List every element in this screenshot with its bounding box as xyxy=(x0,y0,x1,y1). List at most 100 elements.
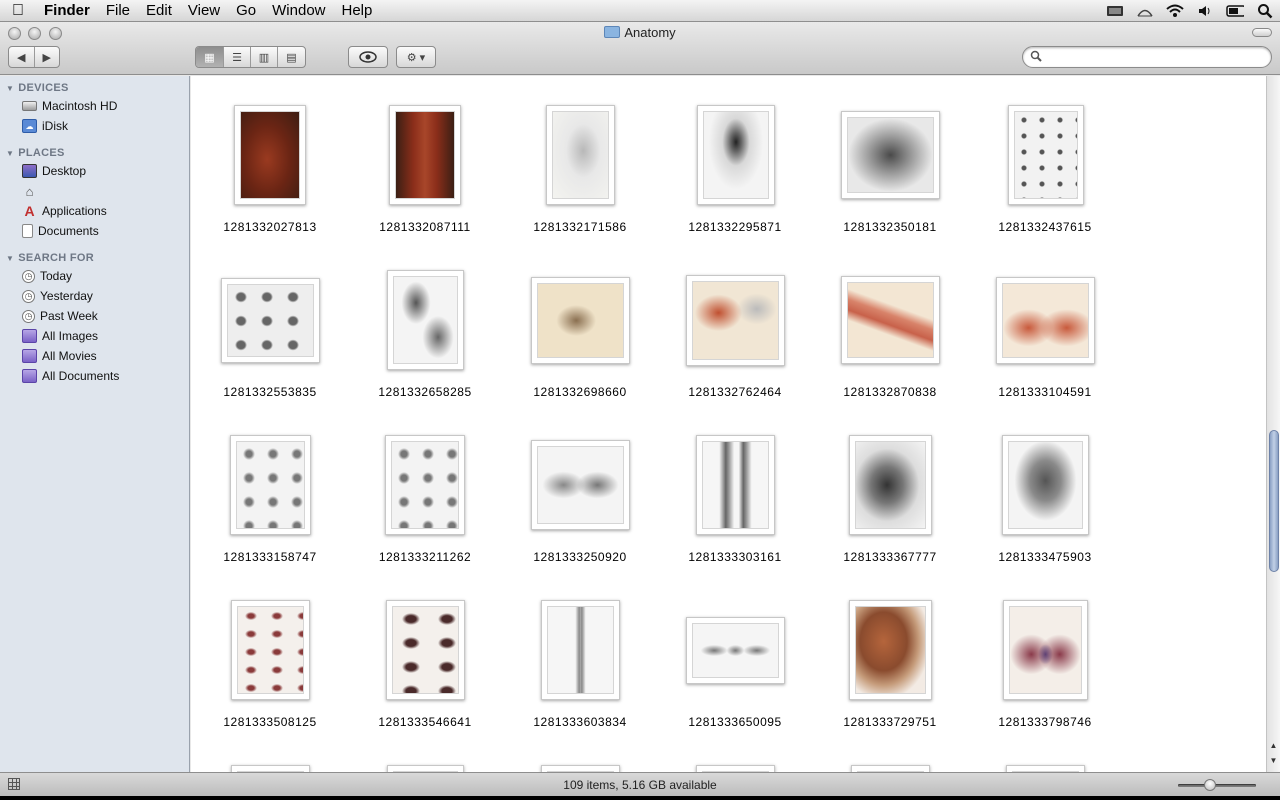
sidebar-item-idisk[interactable]: ☁ iDisk xyxy=(22,117,68,135)
file-thumbnail[interactable] xyxy=(697,105,775,205)
file-thumbnail[interactable] xyxy=(387,270,464,370)
file-name[interactable]: 1281333798746 xyxy=(970,715,1120,729)
apple-menu-icon[interactable]:  xyxy=(0,2,36,20)
file-thumbnail[interactable] xyxy=(546,105,615,205)
sidebar-section-search-for[interactable]: ▼ SEARCH FOR xyxy=(6,252,94,264)
time-machine-icon[interactable] xyxy=(1136,4,1154,18)
file-thumbnail[interactable] xyxy=(849,435,932,535)
file-thumbnail[interactable] xyxy=(389,105,461,205)
file-thumbnail[interactable] xyxy=(531,440,630,530)
wifi-icon[interactable] xyxy=(1166,4,1184,18)
coverflow-view-button[interactable]: ▤ xyxy=(278,47,305,67)
sidebar-item-today[interactable]: ◷ Today xyxy=(22,267,72,285)
sidebar-item-macintosh-hd[interactable]: Macintosh HD xyxy=(22,97,117,115)
icon-size-slider[interactable] xyxy=(1178,784,1256,787)
file-thumbnail[interactable] xyxy=(1008,105,1084,205)
file-name[interactable]: 1281333650095 xyxy=(660,715,810,729)
file-name[interactable]: 1281333367777 xyxy=(815,550,965,564)
file-name[interactable]: 1281332762464 xyxy=(660,385,810,399)
menu-finder[interactable]: Finder xyxy=(36,0,98,22)
icon-size-slider-knob[interactable] xyxy=(1204,779,1216,791)
file-name[interactable]: 1281333603834 xyxy=(505,715,655,729)
quick-look-button[interactable] xyxy=(348,46,388,68)
file-thumbnail[interactable] xyxy=(841,276,940,364)
file-name[interactable]: 1281333250920 xyxy=(505,550,655,564)
file-thumbnail[interactable] xyxy=(996,277,1095,364)
menu-window[interactable]: Window xyxy=(264,0,333,22)
sidebar-item-all-images[interactable]: All Images xyxy=(22,327,98,345)
file-name[interactable]: 1281332658285 xyxy=(350,385,500,399)
file-thumbnail[interactable] xyxy=(231,765,310,772)
file-name[interactable]: 1281332171586 xyxy=(505,220,655,234)
file-name[interactable]: 1281332295871 xyxy=(660,220,810,234)
menu-edit[interactable]: Edit xyxy=(138,0,180,22)
file-name[interactable]: 1281332553835 xyxy=(195,385,345,399)
file-name[interactable]: 1281332027813 xyxy=(195,220,345,234)
file-thumbnail[interactable] xyxy=(686,617,785,684)
back-button[interactable]: ◀ xyxy=(9,47,35,67)
file-thumbnail[interactable] xyxy=(234,105,306,205)
file-thumbnail[interactable] xyxy=(1003,600,1088,700)
sidebar-item-all-movies[interactable]: All Movies xyxy=(22,347,97,365)
file-thumbnail[interactable] xyxy=(231,600,310,700)
file-name[interactable]: 1281333546641 xyxy=(350,715,500,729)
file-thumbnail[interactable] xyxy=(387,765,464,772)
sidebar-item-all-documents[interactable]: All Documents xyxy=(22,367,119,385)
spotlight-icon[interactable] xyxy=(1256,4,1274,19)
file-thumbnail[interactable] xyxy=(386,600,465,700)
file-thumbnail[interactable] xyxy=(841,111,940,199)
icon-view-button[interactable]: ▦ xyxy=(196,47,224,67)
file-name[interactable]: 1281333211262 xyxy=(350,550,500,564)
file-name[interactable]: 1281333475903 xyxy=(970,550,1120,564)
sidebar-item-home[interactable]: ⌂ xyxy=(22,182,42,200)
sidebar-item-past-week[interactable]: ◷ Past Week xyxy=(22,307,98,325)
file-thumbnail[interactable] xyxy=(849,600,932,700)
scroll-up-arrow-icon[interactable]: ▲ xyxy=(1267,740,1280,752)
menu-go[interactable]: Go xyxy=(228,0,264,22)
file-thumbnail[interactable] xyxy=(851,765,930,772)
file-name[interactable]: 1281333729751 xyxy=(815,715,965,729)
file-thumbnail[interactable] xyxy=(696,765,775,772)
file-name[interactable]: 1281332437615 xyxy=(970,220,1120,234)
scroll-down-arrow-icon[interactable]: ▼ xyxy=(1267,755,1280,767)
forward-button[interactable]: ▶ xyxy=(35,47,60,67)
file-thumbnail[interactable] xyxy=(531,277,630,364)
file-thumbnail[interactable] xyxy=(1006,765,1085,772)
menu-file[interactable]: File xyxy=(98,0,138,22)
sidebar-item-yesterday[interactable]: ◷ Yesterday xyxy=(22,287,93,305)
volume-icon[interactable] xyxy=(1196,4,1214,18)
sidebar-item-desktop[interactable]: Desktop xyxy=(22,162,86,180)
toolbar-toggle-button[interactable] xyxy=(1252,28,1272,37)
list-view-button[interactable]: ☰ xyxy=(224,47,251,67)
sidebar-item-documents[interactable]: Documents xyxy=(22,222,99,240)
file-thumbnail[interactable] xyxy=(385,435,465,535)
scrollbar-thumb[interactable] xyxy=(1269,430,1279,572)
vertical-scrollbar[interactable]: ▲ ▼ xyxy=(1266,76,1280,772)
file-name[interactable]: 1281332698660 xyxy=(505,385,655,399)
sidebar-section-places[interactable]: ▼ PLACES xyxy=(6,147,65,159)
action-menu-button[interactable]: ⚙ ▾ xyxy=(396,46,436,68)
file-name[interactable]: 1281332870838 xyxy=(815,385,965,399)
file-name[interactable]: 1281332087111 xyxy=(350,220,500,234)
display-icon[interactable] xyxy=(1106,4,1124,18)
sidebar-section-devices[interactable]: ▼ DEVICES xyxy=(6,82,69,94)
menu-help[interactable]: Help xyxy=(334,0,381,22)
column-view-button[interactable]: ▥ xyxy=(251,47,278,67)
file-name[interactable]: 1281333303161 xyxy=(660,550,810,564)
file-name[interactable]: 1281333508125 xyxy=(195,715,345,729)
search-input[interactable] xyxy=(1047,49,1262,65)
sidebar-item-applications[interactable]: A Applications xyxy=(22,202,106,220)
file-name[interactable]: 1281333104591 xyxy=(970,385,1120,399)
file-thumbnail[interactable] xyxy=(1002,435,1089,535)
file-thumbnail[interactable] xyxy=(686,275,785,366)
menu-view[interactable]: View xyxy=(180,0,228,22)
file-name[interactable]: 1281332350181 xyxy=(815,220,965,234)
file-name[interactable]: 1281333158747 xyxy=(195,550,345,564)
file-thumbnail[interactable] xyxy=(230,435,311,535)
file-thumbnail[interactable] xyxy=(221,278,320,363)
file-thumbnail[interactable] xyxy=(541,600,620,700)
file-thumbnail[interactable] xyxy=(541,765,620,772)
battery-icon[interactable] xyxy=(1226,4,1244,18)
file-thumbnail[interactable] xyxy=(696,435,775,535)
search-field[interactable] xyxy=(1022,46,1272,68)
